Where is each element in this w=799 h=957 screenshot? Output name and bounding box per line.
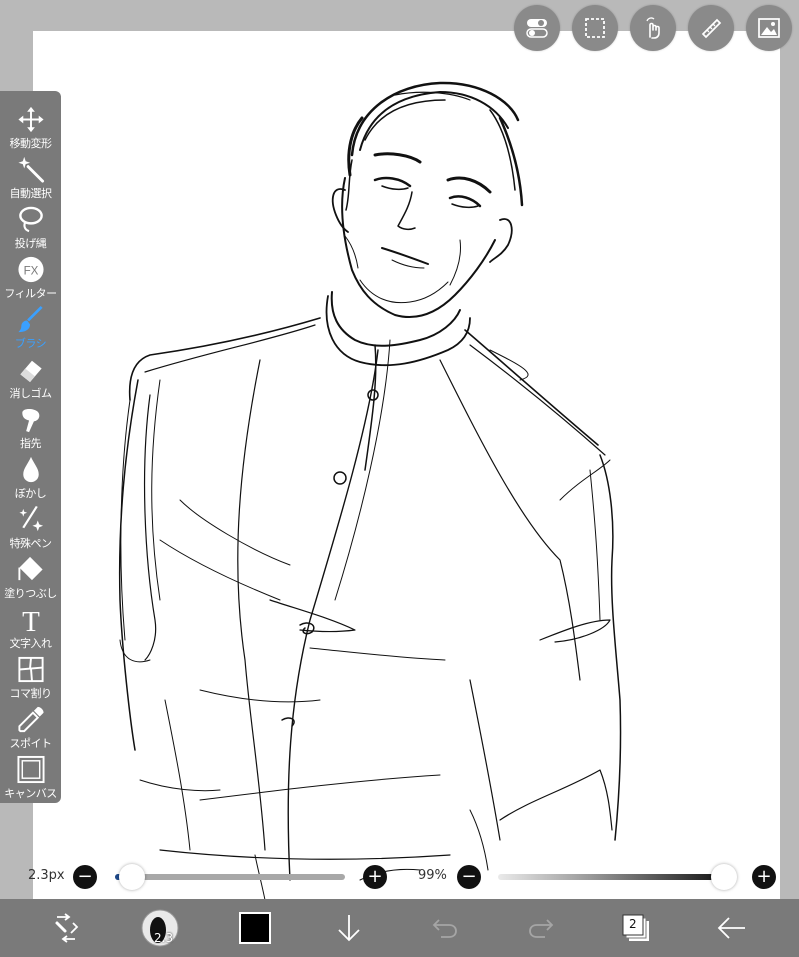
ruler-button[interactable] [688, 5, 734, 51]
color-swatch-button[interactable] [237, 907, 273, 949]
tool-lasso[interactable]: 投げ縄 [0, 201, 61, 251]
magic-wand-icon [17, 156, 44, 183]
color-swatch [239, 912, 271, 944]
opacity-increase-button[interactable]: + [752, 865, 776, 889]
undo-icon [432, 919, 457, 938]
svg-text:FX: FX [23, 264, 38, 277]
blur-drop-icon [22, 456, 39, 483]
tool-label: コマ割り [9, 687, 53, 700]
fx-icon: FX [17, 256, 44, 283]
arrow-down-icon [338, 915, 360, 942]
opacity-knob[interactable] [710, 864, 737, 890]
brush-preset-button[interactable]: 2.3 [138, 907, 182, 949]
lasso-icon [18, 206, 43, 233]
tool-label: 特殊ペン [9, 537, 53, 550]
touch-gesture-button[interactable] [630, 5, 676, 51]
fill-bucket-icon [17, 556, 43, 581]
brush-icon [17, 305, 43, 333]
download-button[interactable] [334, 907, 364, 949]
back-button[interactable] [716, 907, 748, 949]
tool-label: フィルター [4, 287, 57, 300]
drawing-canvas[interactable] [33, 31, 780, 899]
tool-label: 投げ縄 [14, 237, 47, 250]
touch-gesture-icon [646, 17, 660, 39]
tool-special-pen[interactable]: 特殊ペン [0, 501, 61, 551]
tool-label: キャンバス [4, 787, 57, 800]
tool-canvas[interactable]: キャンバス [0, 751, 61, 801]
swap-transform-button[interactable] [48, 907, 84, 949]
tool-label: スポイト [9, 737, 53, 750]
selection-button[interactable] [572, 5, 618, 51]
brush-size-badge: 2.3 [154, 931, 174, 945]
tool-label: 消しゴム [9, 387, 53, 400]
tool-label: 塗りつぶし [4, 587, 57, 600]
selection-icon [585, 18, 605, 38]
tool-text[interactable]: T 文字入れ [0, 601, 61, 651]
arrow-left-icon [717, 917, 745, 939]
brush-size-decrease-button[interactable]: − [73, 865, 97, 889]
tool-palette: 移動変形 自動選択 投げ縄 FX フィルター ブラシ 消しゴム 指先 ぼかし 特… [0, 91, 61, 803]
tool-magic-wand[interactable]: 自動選択 [0, 151, 61, 201]
eraser-icon [19, 360, 42, 383]
ruler-icon [701, 18, 722, 39]
plus-icon: + [756, 866, 772, 887]
eyedropper-icon [17, 706, 44, 733]
brush-size-label: 2.3px [28, 868, 65, 883]
brush-size-slider[interactable] [115, 874, 345, 880]
swap-arrows-icon [55, 913, 79, 943]
image-layer-icon [758, 18, 780, 38]
bottom-toolbar: 2.3 2 [0, 899, 799, 957]
move-arrows-icon [17, 106, 44, 133]
opacity-label: 99% [418, 868, 447, 883]
minus-icon: − [461, 866, 477, 887]
tool-frame-divide[interactable]: コマ割り [0, 651, 61, 701]
toggle-button[interactable] [514, 5, 560, 51]
opacity-slider[interactable] [498, 874, 726, 880]
redo-icon [529, 919, 554, 938]
tool-eraser[interactable]: 消しゴム [0, 351, 61, 401]
canvas-icon [16, 755, 45, 784]
redo-button[interactable] [526, 907, 556, 949]
svg-text:T: T [22, 606, 40, 634]
tool-label: 指先 [20, 437, 42, 450]
brush-size-increase-button[interactable]: + [363, 865, 387, 889]
brush-size-knob[interactable] [118, 864, 145, 890]
tool-label: 文字入れ [9, 637, 53, 650]
undo-button[interactable] [430, 907, 460, 949]
finger-icon [21, 408, 39, 433]
tool-label: 自動選択 [9, 187, 53, 200]
layer-count: 2 [629, 917, 637, 931]
tool-fill[interactable]: 塗りつぶし [0, 551, 61, 601]
sparkle-pen-icon [18, 505, 43, 532]
minus-icon: − [77, 866, 93, 887]
opacity-decrease-button[interactable]: − [457, 865, 481, 889]
image-layer-button[interactable] [746, 5, 792, 51]
text-icon: T [22, 606, 40, 634]
tool-blur[interactable]: ぼかし [0, 451, 61, 501]
tool-label: ブラシ [14, 337, 47, 350]
layers-button[interactable]: 2 [620, 907, 652, 949]
tool-brush[interactable]: ブラシ [0, 301, 61, 351]
tool-label: ぼかし [14, 487, 47, 500]
frame-divide-icon [17, 656, 44, 683]
tool-move[interactable]: 移動変形 [0, 101, 61, 151]
sketch-drawing [118, 81, 622, 899]
tool-label: 移動変形 [9, 137, 53, 150]
tool-finger[interactable]: 指先 [0, 401, 61, 451]
tool-filter[interactable]: FX フィルター [0, 251, 61, 301]
toggle-icon [526, 19, 548, 38]
tool-eyedropper[interactable]: スポイト [0, 701, 61, 751]
plus-icon: + [367, 866, 383, 887]
